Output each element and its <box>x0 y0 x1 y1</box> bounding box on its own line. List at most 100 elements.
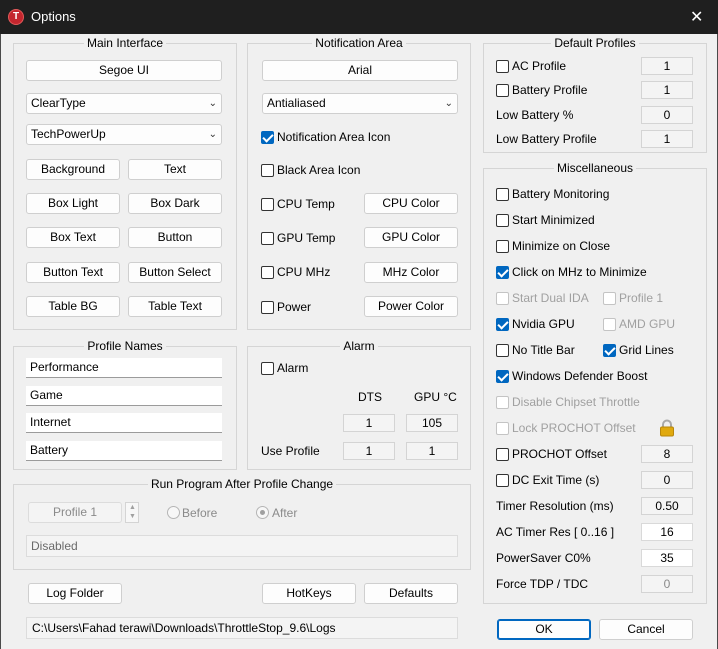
table-text-button[interactable]: Table Text <box>128 296 222 317</box>
checkbox-box <box>496 240 509 253</box>
alarm-gpu-value[interactable]: 105 <box>406 414 458 432</box>
log-path-field[interactable]: C:\Users\Fahad terawi\Downloads\Throttle… <box>26 617 458 639</box>
checkbox-checked-icon <box>261 131 274 144</box>
before-radio[interactable] <box>167 506 180 519</box>
run-program-profile-button[interactable]: Profile 1 <box>28 502 122 523</box>
text-color-button[interactable]: Text <box>128 159 222 180</box>
notification-font-button[interactable]: Arial <box>262 60 458 81</box>
checkbox-box <box>496 292 509 305</box>
checkbox-label: Alarm <box>277 361 309 375</box>
checkbox-box <box>496 344 509 357</box>
defaults-button[interactable]: Defaults <box>364 583 458 604</box>
dts-header: DTS <box>358 390 382 404</box>
checkbox-label: Battery Profile <box>512 83 588 97</box>
alarm-dts-value[interactable]: 1 <box>343 414 395 432</box>
after-label: After <box>272 506 298 520</box>
box-light-button[interactable]: Box Light <box>26 193 120 214</box>
miscellaneous-title: Miscellaneous <box>553 161 637 175</box>
main-interface-group: Main Interface <box>13 36 237 330</box>
force-tdp-value[interactable]: 0 <box>641 575 693 593</box>
timer-resolution-value[interactable]: 0.50 <box>641 497 693 515</box>
after-radio[interactable] <box>256 506 269 519</box>
checkbox-box <box>261 232 274 245</box>
main-render-select[interactable]: ClearType ⌄ <box>26 93 222 114</box>
checkbox-checked-icon <box>496 370 509 383</box>
checkbox-label: Profile 1 <box>619 291 664 305</box>
checkbox-label: Start Minimized <box>512 213 595 227</box>
low-battery-profile-value[interactable]: 1 <box>641 130 693 148</box>
checkbox-box <box>496 84 509 97</box>
profile-names-title: Profile Names <box>84 339 166 353</box>
table-bg-button[interactable]: Table BG <box>26 296 120 317</box>
checkbox-box <box>496 188 509 201</box>
checkbox-box <box>261 164 274 177</box>
notification-render-select[interactable]: Antialiased ⌄ <box>262 93 458 114</box>
background-color-button[interactable]: Background <box>26 159 120 180</box>
spin-down-icon[interactable]: ▼ <box>129 513 136 520</box>
checkbox-label: No Title Bar <box>512 343 575 357</box>
close-icon[interactable]: ✕ <box>690 7 703 27</box>
run-program-title: Run Program After Profile Change <box>147 477 337 491</box>
main-interface-title: Main Interface <box>83 36 167 50</box>
window-title: Options <box>31 9 76 24</box>
notification-area-group: Notification Area <box>247 36 471 330</box>
profile-name-field-1[interactable]: Performance <box>26 358 222 378</box>
checkbox-box <box>496 60 509 73</box>
profile-name-field-4[interactable]: Battery <box>26 441 222 461</box>
checkbox-box <box>261 362 274 375</box>
checkbox-label: Power <box>277 300 312 314</box>
gpu-color-button[interactable]: GPU Color <box>364 227 458 248</box>
profile-spinner[interactable]: ▲ ▼ <box>125 502 139 523</box>
gpu-temp-header: GPU °C <box>414 390 457 404</box>
cpu-color-button[interactable]: CPU Color <box>364 193 458 214</box>
checkbox-box <box>261 198 274 211</box>
spin-up-icon[interactable]: ▲ <box>129 504 136 511</box>
box-text-button[interactable]: Box Text <box>26 227 120 248</box>
use-profile-dts-value[interactable]: 1 <box>343 442 395 460</box>
checkbox-label: Click on MHz to Minimize <box>512 265 647 279</box>
checkbox-box <box>496 448 509 461</box>
cancel-button[interactable]: Cancel <box>599 619 693 640</box>
force-tdp-label: Force TDP / TDC <box>496 577 589 591</box>
checkbox-label: CPU MHz <box>277 265 331 279</box>
dc-exit-time-value[interactable]: 0 <box>641 471 693 489</box>
log-folder-button[interactable]: Log Folder <box>28 583 122 604</box>
low-battery-profile-label: Low Battery Profile <box>496 132 597 146</box>
prochot-offset-value[interactable]: 8 <box>641 445 693 463</box>
notification-area-title: Notification Area <box>312 36 406 50</box>
notification-render-value: Antialiased <box>267 96 326 110</box>
checkbox-label: Lock PROCHOT Offset <box>512 421 636 435</box>
button-text-button[interactable]: Button Text <box>26 262 120 283</box>
button-color-button[interactable]: Button <box>128 227 222 248</box>
profile-name-field-2[interactable]: Game <box>26 386 222 406</box>
checkbox-label: Disable Chipset Throttle <box>512 395 640 409</box>
before-label: Before <box>182 506 218 520</box>
hotkeys-button[interactable]: HotKeys <box>262 583 356 604</box>
default-profiles-title: Default Profiles <box>551 36 639 50</box>
checkbox-label: Black Area Icon <box>277 163 361 177</box>
ac-profile-value[interactable]: 1 <box>641 57 693 75</box>
use-profile-gpu-value[interactable]: 1 <box>406 442 458 460</box>
powersaver-value[interactable]: 35 <box>641 549 693 567</box>
ac-timer-res-value[interactable]: 16 <box>641 523 693 541</box>
powersaver-label: PowerSaver C0% <box>496 551 591 565</box>
lock-icon[interactable] <box>659 419 675 437</box>
button-select-button[interactable]: Button Select <box>128 262 222 283</box>
main-skin-select[interactable]: TechPowerUp ⌄ <box>26 124 222 145</box>
checkbox-label: Battery Monitoring <box>512 187 610 201</box>
box-dark-button[interactable]: Box Dark <box>128 193 222 214</box>
checkbox-label: Windows Defender Boost <box>512 369 648 383</box>
main-font-button[interactable]: Segoe UI <box>26 60 222 81</box>
mhz-color-button[interactable]: MHz Color <box>364 262 458 283</box>
low-battery-pct-value[interactable]: 0 <box>641 106 693 124</box>
checkbox-box <box>496 214 509 227</box>
window-border-left <box>0 34 1 649</box>
checkbox-box <box>603 318 616 331</box>
chevron-down-icon: ⌄ <box>444 98 453 109</box>
power-color-button[interactable]: Power Color <box>364 296 458 317</box>
profile-name-field-3[interactable]: Internet <box>26 413 222 433</box>
battery-profile-value[interactable]: 1 <box>641 81 693 99</box>
ok-button[interactable]: OK <box>497 619 591 640</box>
run-program-path-field[interactable]: Disabled <box>26 535 458 557</box>
checkbox-box <box>261 266 274 279</box>
